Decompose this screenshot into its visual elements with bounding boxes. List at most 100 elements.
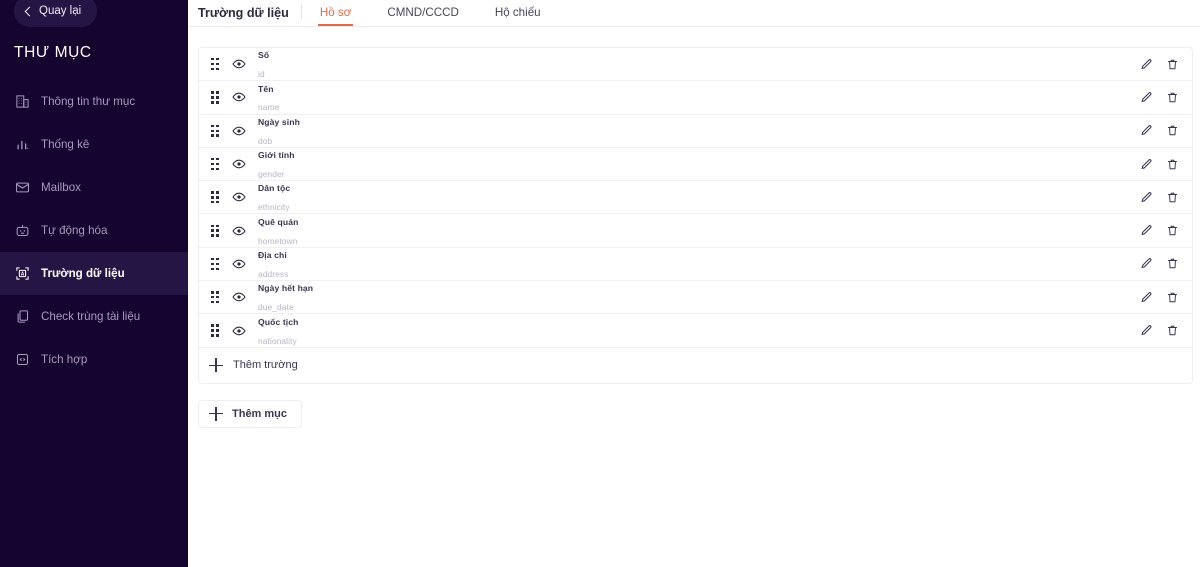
field-name: Dân tộc — [258, 183, 291, 194]
pencil-icon[interactable] — [1138, 123, 1154, 139]
tab-label: CMND/CCCD — [387, 6, 459, 19]
sidebar-item-truong-du-lieu[interactable]: A Trường dữ liệu — [0, 252, 188, 295]
table-row[interactable]: Quê quán hometown — [199, 212, 1192, 250]
back-button[interactable]: Quay lại — [14, 0, 98, 27]
drag-handle-icon[interactable] — [204, 53, 226, 75]
svg-text:A: A — [20, 271, 24, 277]
pencil-icon[interactable] — [1138, 56, 1154, 72]
pencil-icon[interactable] — [1138, 223, 1154, 239]
sidebar-item-label: Tự động hóa — [41, 224, 108, 237]
copy-icon — [14, 309, 30, 325]
sidebar-item-thong-ke[interactable]: Thống kê — [0, 123, 188, 166]
pencil-icon[interactable] — [1138, 89, 1154, 105]
pencil-icon[interactable] — [1138, 156, 1154, 172]
sidebar-item-tich-hop[interactable]: Tích hợp — [0, 338, 188, 381]
row-actions — [1138, 256, 1192, 272]
field-name: Địa chỉ — [258, 250, 287, 261]
brand-title: THƯ MỤC — [14, 44, 92, 61]
trash-icon[interactable] — [1164, 189, 1180, 205]
sidebar-item-mailbox[interactable]: Mailbox — [0, 166, 188, 209]
data-field-icon: A — [14, 266, 30, 282]
content-area: Số id Tên name Ngày sinh dob Giới tính g… — [188, 27, 1200, 428]
field-name: Giới tính — [258, 150, 295, 161]
row-actions — [1138, 123, 1192, 139]
building-icon — [14, 94, 30, 110]
drag-handle-icon[interactable] — [204, 286, 226, 308]
eye-icon[interactable] — [226, 120, 252, 142]
trash-icon[interactable] — [1164, 89, 1180, 105]
trash-icon[interactable] — [1164, 289, 1180, 305]
table-row[interactable]: Dân tộc ethnicity — [199, 181, 1192, 215]
trash-icon[interactable] — [1164, 256, 1180, 272]
sidebar-item-thong-tin-thu-muc[interactable]: Thông tin thư mục — [0, 80, 188, 123]
pencil-icon[interactable] — [1138, 289, 1154, 305]
sidebar-item-label: Tích hợp — [41, 353, 88, 366]
add-field-button[interactable]: Thêm trường — [199, 348, 1192, 383]
row-actions — [1138, 189, 1192, 205]
table-row[interactable]: Giới tính gender — [199, 145, 1192, 183]
back-button-label: Quay lại — [39, 5, 82, 17]
field-name: Tên — [258, 83, 274, 94]
row-actions — [1138, 289, 1192, 305]
trash-icon[interactable] — [1164, 223, 1180, 239]
table-row[interactable]: Tên name — [199, 79, 1192, 117]
eye-icon[interactable] — [226, 253, 252, 275]
table-row[interactable]: Ngày sinh dob — [199, 115, 1192, 148]
drag-handle-icon[interactable] — [204, 153, 226, 175]
sidebar-item-check-trung-tai-lieu[interactable]: Check trùng tài liệu — [0, 295, 188, 338]
pencil-icon[interactable] — [1138, 256, 1154, 272]
trash-icon[interactable] — [1164, 123, 1180, 139]
sidebar: Quay lại THƯ MỤC Thông tin thư mục Thống… — [0, 0, 188, 567]
row-actions — [1138, 156, 1192, 172]
field-labels: Giới tính gender — [252, 145, 1138, 183]
eye-icon[interactable] — [226, 286, 252, 308]
sidebar-nav: Thông tin thư mục Thống kê Mailbox Tự độ… — [0, 80, 188, 381]
trash-icon[interactable] — [1164, 323, 1180, 339]
drag-handle-icon[interactable] — [204, 186, 226, 208]
field-labels: Địa chỉ address — [252, 245, 1138, 283]
robot-icon — [14, 223, 30, 239]
drag-handle-icon[interactable] — [204, 220, 226, 242]
field-labels: Quê quán hometown — [252, 212, 1138, 250]
trash-icon[interactable] — [1164, 156, 1180, 172]
tab-label: Hồ sơ — [319, 6, 352, 19]
table-row[interactable]: Ngày hết hạn due_date — [199, 278, 1192, 316]
add-field-label: Thêm trường — [233, 359, 298, 372]
eye-icon[interactable] — [226, 86, 252, 108]
page-title: Trường dữ liệu — [198, 6, 289, 20]
field-labels: Ngày hết hạn due_date — [252, 278, 1138, 316]
tab-ho-so[interactable]: Hồ sơ — [302, 6, 369, 26]
bar-chart-icon — [14, 137, 30, 153]
integration-icon — [14, 352, 30, 368]
table-row[interactable]: Quốc tịch nationality — [199, 314, 1192, 348]
row-actions — [1138, 323, 1192, 339]
sidebar-item-tu-dong-hoa[interactable]: Tự động hóa — [0, 209, 188, 252]
add-section-button[interactable]: Thêm mục — [198, 399, 303, 428]
drag-handle-icon[interactable] — [204, 253, 226, 275]
plus-icon — [208, 406, 224, 422]
drag-handle-icon[interactable] — [204, 86, 226, 108]
eye-icon[interactable] — [226, 320, 252, 342]
drag-handle-icon[interactable] — [204, 120, 226, 142]
row-actions — [1138, 56, 1192, 72]
eye-icon[interactable] — [226, 186, 252, 208]
field-name: Ngày sinh — [258, 116, 300, 127]
pencil-icon[interactable] — [1138, 189, 1154, 205]
drag-handle-icon[interactable] — [204, 320, 226, 342]
field-name: Quê quán — [258, 216, 299, 227]
pencil-icon[interactable] — [1138, 323, 1154, 339]
eye-icon[interactable] — [226, 53, 252, 75]
table-row[interactable]: Số id — [199, 48, 1192, 82]
field-labels: Tên name — [252, 79, 1138, 117]
tab-ho-chieu[interactable]: Hộ chiếu — [477, 6, 559, 26]
table-row[interactable]: Địa chỉ address — [199, 245, 1192, 283]
eye-icon[interactable] — [226, 220, 252, 242]
app-root: Quay lại THƯ MỤC Thông tin thư mục Thống… — [0, 0, 1200, 567]
sidebar-item-label: Check trùng tài liệu — [41, 310, 141, 323]
sidebar-item-label: Thông tin thư mục — [41, 95, 136, 108]
tab-cmnd-cccd[interactable]: CMND/CCCD — [369, 6, 477, 26]
plus-icon — [208, 357, 224, 373]
field-list-card: Số id Tên name Ngày sinh dob Giới tính g… — [198, 47, 1193, 384]
eye-icon[interactable] — [226, 153, 252, 175]
trash-icon[interactable] — [1164, 56, 1180, 72]
